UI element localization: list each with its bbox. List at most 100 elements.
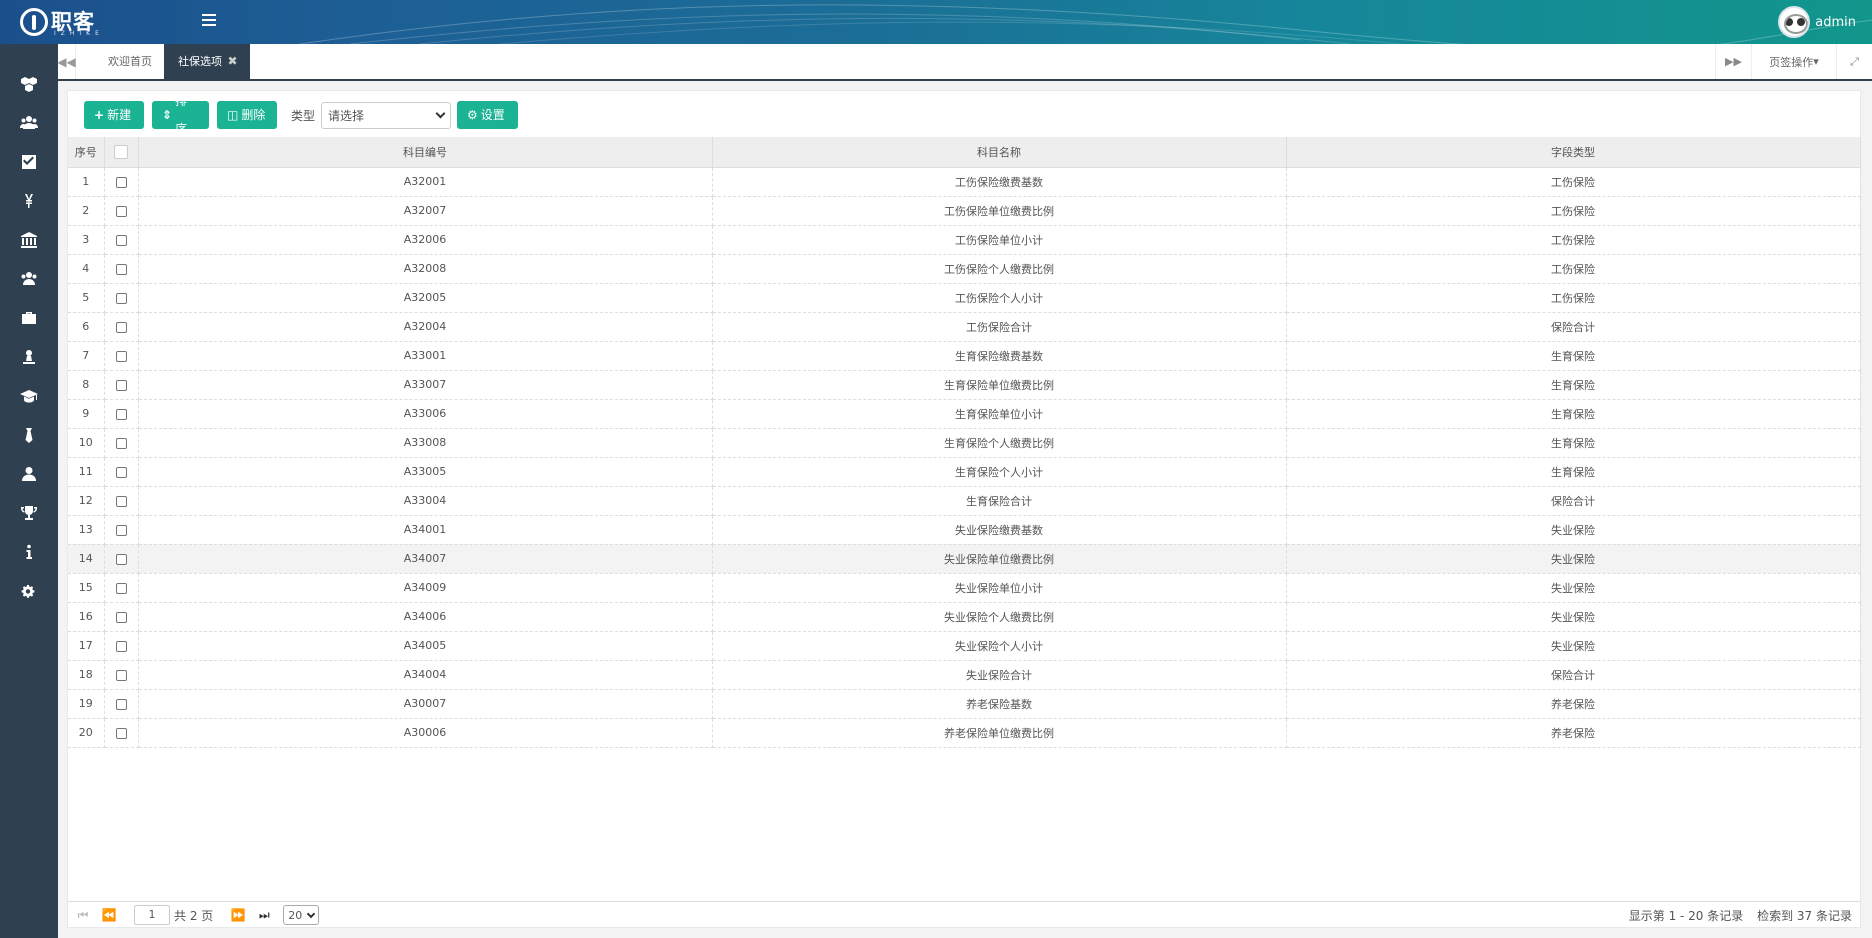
sidebar-item-employee[interactable]	[0, 415, 58, 454]
cell-checkbox[interactable]	[104, 544, 139, 574]
prev-page-icon[interactable]: ⏪	[96, 905, 122, 925]
cell-checkbox[interactable]	[104, 196, 139, 226]
table-row[interactable]: 8 A33007 生育保险单位缴费比例 生育保险	[68, 370, 1861, 400]
sidebar-item-info[interactable]	[0, 532, 58, 571]
row-checkbox[interactable]	[115, 176, 127, 188]
logo[interactable]: 职客 IZHIKE	[20, 6, 99, 38]
page-number-input[interactable]: 1	[134, 905, 170, 925]
cell-checkbox[interactable]	[104, 457, 139, 487]
next-page-icon[interactable]: ⏩	[225, 905, 251, 925]
cell-checkbox[interactable]	[104, 312, 139, 342]
sidebar-item-training[interactable]	[0, 376, 58, 415]
row-checkbox[interactable]	[115, 205, 127, 217]
row-checkbox[interactable]	[115, 640, 127, 652]
cell-checkbox[interactable]	[104, 718, 139, 748]
settings-button[interactable]: ⚙ 设置	[457, 101, 519, 129]
row-checkbox[interactable]	[115, 582, 127, 594]
table-row[interactable]: 13 A34001 失业保险缴费基数 失业保险	[68, 515, 1861, 545]
row-checkbox[interactable]	[115, 553, 127, 565]
sidebar-item-bank[interactable]	[0, 220, 58, 259]
type-select[interactable]: 请选择	[321, 101, 452, 129]
menu-toggle-icon[interactable]	[202, 14, 216, 28]
row-checkbox[interactable]	[115, 234, 127, 246]
delete-button[interactable]: ◫ 删除	[217, 101, 277, 129]
fullscreen-icon[interactable]: ⤢	[1836, 44, 1872, 79]
sidebar-item-group[interactable]	[0, 259, 58, 298]
table-row[interactable]: 14 A34007 失业保险单位缴费比例 失业保险	[68, 544, 1861, 574]
sidebar-item-briefcase[interactable]	[0, 298, 58, 337]
first-page-icon[interactable]: ⏮	[70, 905, 96, 925]
table-row[interactable]: 16 A34006 失业保险个人缴费比例 失业保险	[68, 602, 1861, 632]
sidebar-item-cubes[interactable]	[0, 64, 58, 103]
select-all-checkbox[interactable]	[114, 144, 128, 159]
table-row[interactable]: 20 A30006 养老保险单位缴费比例 养老保险	[68, 718, 1861, 748]
table-row[interactable]: 15 A34009 失业保险单位小计 失业保险	[68, 573, 1861, 603]
tab-social-insurance[interactable]: 社保选项 ✖	[164, 44, 250, 79]
row-checkbox[interactable]	[115, 292, 127, 304]
last-page-icon[interactable]: ⏭	[251, 905, 277, 925]
table-row[interactable]: 18 A34004 失业保险合计 保险合计	[68, 660, 1861, 690]
cell-checkbox[interactable]	[104, 428, 139, 458]
cell-checkbox[interactable]	[104, 573, 139, 603]
table-row[interactable]: 12 A33004 生育保险合计 保险合计	[68, 486, 1861, 516]
table-row[interactable]: 19 A30007 养老保险基数 养老保险	[68, 689, 1861, 719]
header-field-type[interactable]: 字段类型	[1286, 137, 1861, 168]
row-checkbox[interactable]	[115, 321, 127, 333]
sidebar-item-tasks[interactable]	[0, 142, 58, 181]
row-checkbox[interactable]	[115, 408, 127, 420]
row-checkbox[interactable]	[115, 524, 127, 536]
table-row[interactable]: 2 A32007 工伤保险单位缴费比例 工伤保险	[68, 196, 1861, 226]
sort-button[interactable]: ⇕ 排序	[152, 94, 209, 136]
cell-checkbox[interactable]	[104, 225, 139, 255]
new-button[interactable]: + 新建	[84, 101, 144, 129]
cell-checkbox[interactable]	[104, 631, 139, 661]
cell-checkbox[interactable]	[104, 254, 139, 284]
sidebar-item-salary[interactable]	[0, 181, 58, 220]
sidebar-item-settings[interactable]	[0, 571, 58, 610]
tab-scroll-right-icon[interactable]: ▶▶	[1715, 44, 1751, 79]
user-menu[interactable]: admin	[1778, 6, 1856, 38]
cell-checkbox[interactable]	[104, 167, 139, 197]
header-select-all[interactable]	[104, 137, 139, 168]
table-row[interactable]: 9 A33006 生育保险单位小计 生育保险	[68, 399, 1861, 429]
cell-checkbox[interactable]	[104, 689, 139, 719]
table-row[interactable]: 5 A32005 工伤保险个人小计 工伤保险	[68, 283, 1861, 313]
cell-checkbox[interactable]	[104, 660, 139, 690]
sidebar-item-users[interactable]	[0, 103, 58, 142]
row-checkbox[interactable]	[115, 437, 127, 449]
page-size-select[interactable]: 20	[283, 905, 320, 925]
table-row[interactable]: 10 A33008 生育保险个人缴费比例 生育保险	[68, 428, 1861, 458]
close-icon[interactable]: ✖	[228, 54, 238, 68]
cell-checkbox[interactable]	[104, 486, 139, 516]
tab-scroll-left-icon[interactable]: ◀◀	[57, 44, 76, 79]
sidebar-item-user[interactable]	[0, 454, 58, 493]
row-checkbox[interactable]	[115, 350, 127, 362]
cell-checkbox[interactable]	[104, 283, 139, 313]
cell-checkbox[interactable]	[104, 602, 139, 632]
row-checkbox[interactable]	[115, 727, 127, 739]
sidebar-item-stamp[interactable]	[0, 337, 58, 376]
cell-checkbox[interactable]	[104, 341, 139, 371]
tab-welcome[interactable]: 欢迎首页	[94, 44, 166, 79]
table-row[interactable]: 4 A32008 工伤保险个人缴费比例 工伤保险	[68, 254, 1861, 284]
table-row[interactable]: 3 A32006 工伤保险单位小计 工伤保险	[68, 225, 1861, 255]
table-row[interactable]: 11 A33005 生育保险个人小计 生育保险	[68, 457, 1861, 487]
row-checkbox[interactable]	[115, 466, 127, 478]
row-checkbox[interactable]	[115, 495, 127, 507]
row-checkbox[interactable]	[115, 669, 127, 681]
table-row[interactable]: 1 A32001 工伤保险缴费基数 工伤保险	[68, 167, 1861, 197]
sidebar-item-awards[interactable]	[0, 493, 58, 532]
page-ops-dropdown[interactable]: 页签操作 ▾	[1751, 44, 1836, 79]
cell-checkbox[interactable]	[104, 515, 139, 545]
row-checkbox[interactable]	[115, 379, 127, 391]
table-row[interactable]: 17 A34005 失业保险个人小计 失业保险	[68, 631, 1861, 661]
cell-checkbox[interactable]	[104, 370, 139, 400]
row-checkbox[interactable]	[115, 698, 127, 710]
table-row[interactable]: 6 A32004 工伤保险合计 保险合计	[68, 312, 1861, 342]
header-code[interactable]: 科目编号	[138, 137, 713, 168]
table-row[interactable]: 7 A33001 生育保险缴费基数 生育保险	[68, 341, 1861, 371]
header-name[interactable]: 科目名称	[712, 137, 1287, 168]
cell-checkbox[interactable]	[104, 399, 139, 429]
row-checkbox[interactable]	[115, 263, 127, 275]
row-checkbox[interactable]	[115, 611, 127, 623]
